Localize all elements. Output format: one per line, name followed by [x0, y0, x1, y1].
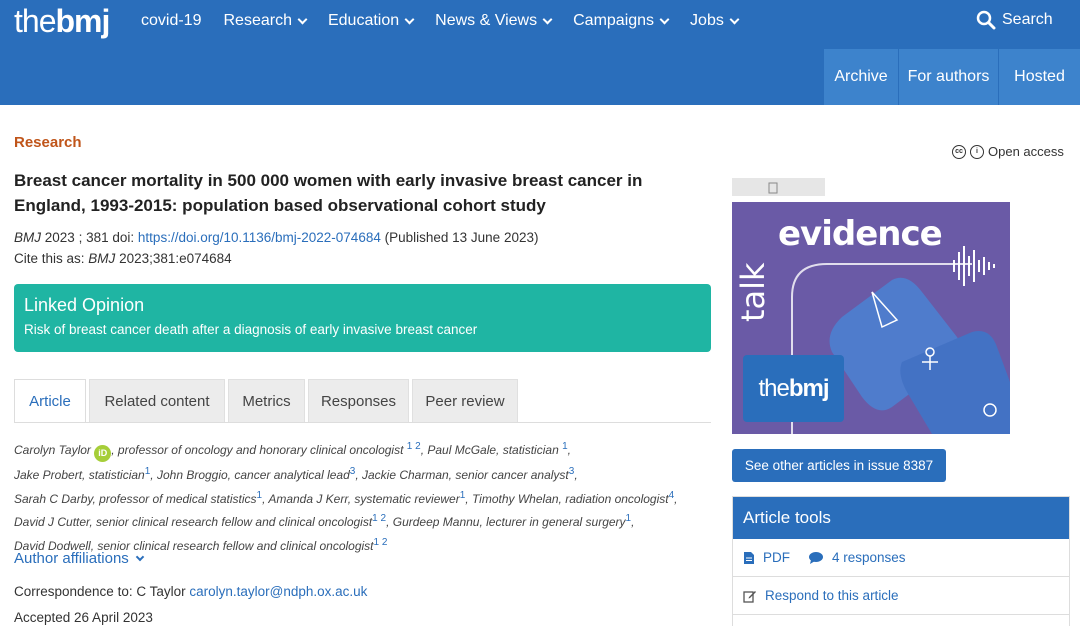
subnav-archive[interactable]: Archive [823, 49, 898, 105]
comment-icon [809, 551, 823, 564]
author-line: Carolyn Taylor iD, professor of oncology… [14, 437, 704, 462]
site-header: thebmj covid-19 Research Education News … [0, 0, 1080, 105]
article-tools-heading: Article tools [733, 497, 1069, 539]
accepted-date: Accepted 26 April 2023 [14, 610, 153, 625]
author-line: David J Cutter, senior clinical research… [14, 513, 635, 529]
respond-link[interactable]: Respond to this article [765, 588, 899, 603]
nav-jobs[interactable]: Jobs [690, 12, 740, 30]
cite-journal: BMJ [88, 251, 116, 266]
article-title: Breast cancer mortality in 500 000 women… [14, 171, 643, 215]
nav-research[interactable]: Research [223, 12, 308, 30]
published-date: (Published 13 June 2023) [384, 230, 539, 245]
logo-bmj: bmj [55, 3, 110, 39]
tab-metrics[interactable]: Metrics [228, 379, 305, 423]
article-tools-panel: Article tools PDF 4 responses Respond to… [732, 496, 1070, 626]
ad-talk-word: talk [734, 262, 772, 322]
author-list: Carolyn Taylor iD, professor of oncology… [14, 437, 704, 556]
bmj-logo[interactable]: thebmj [14, 3, 110, 40]
tab-related-content[interactable]: Related content [89, 379, 225, 423]
chevron-down-icon [659, 14, 670, 24]
affiliation-ref[interactable]: 1 [626, 513, 632, 524]
doi-link[interactable]: https://doi.org/10.1136/bmj-2022-074684 [138, 230, 381, 245]
author-name[interactable]: Carolyn Taylor [14, 443, 91, 457]
search-button[interactable]: Search [976, 10, 1053, 30]
nav-news-views[interactable]: News & Views [435, 12, 553, 30]
chevron-down-icon [542, 14, 553, 24]
volume: ; 381 [78, 230, 109, 245]
nav-covid-19[interactable]: covid-19 [141, 12, 201, 30]
sub-nav: Archive For authors Hosted [823, 49, 1080, 105]
affiliation-ref[interactable]: 1 2 [372, 513, 386, 524]
linked-opinion-box[interactable]: Linked Opinion Risk of breast cancer dea… [14, 284, 711, 352]
subnav-for-authors[interactable]: For authors [898, 49, 998, 105]
affiliation-ref[interactable]: 4 [669, 490, 675, 501]
chevron-down-icon [135, 552, 145, 561]
search-icon [976, 10, 996, 30]
tab-article[interactable]: Article [14, 379, 86, 423]
orcid-icon[interactable]: iD [94, 445, 112, 462]
ad-evidence-word: evidence [778, 214, 943, 254]
affiliation-ref[interactable]: 3 [569, 466, 575, 477]
see-issue-articles-button[interactable]: See other articles in issue 8387 [732, 449, 946, 482]
attribution-icon: i [970, 144, 984, 159]
year: 2023 [44, 230, 75, 245]
article-tools-row: PDF 4 responses [733, 539, 1069, 577]
linked-opinion-link[interactable]: Risk of breast cancer death after a diag… [24, 322, 701, 337]
affiliation-ref[interactable]: 1 [562, 441, 568, 452]
chevron-down-icon [297, 14, 308, 24]
affiliation-ref[interactable]: 1 2 [374, 537, 388, 548]
doi-label: doi: [112, 230, 135, 245]
cite-as-line: Cite this as: BMJ 2023;381:e074684 [14, 251, 232, 266]
edit-icon [743, 589, 757, 603]
pdf-icon [743, 551, 755, 565]
respond-row[interactable]: Respond to this article [733, 577, 1069, 615]
author-line: Jake Probert, statistician1, John Broggi… [14, 466, 578, 482]
subnav-hosted[interactable]: Hosted [998, 49, 1080, 105]
logo-the: the [14, 3, 56, 39]
responses-link[interactable]: 4 responses [808, 550, 906, 565]
chevron-down-icon [404, 14, 415, 24]
correspondence-email-link[interactable]: carolyn.taylor@ndph.ox.ac.uk [189, 584, 367, 599]
bookmark-icon [768, 182, 778, 194]
author-line: Sarah C Darby, professor of medical stat… [14, 489, 678, 506]
ad-bmj-logo: the bmj [743, 355, 844, 422]
linked-opinion-heading: Linked Opinion [24, 295, 145, 315]
pdf-link[interactable]: PDF [763, 550, 790, 565]
tab-peer-review[interactable]: Peer review [412, 379, 518, 423]
talk-evidence-ad[interactable]: evidence talk the bmj [732, 202, 1010, 434]
main-nav: covid-19 Research Education News & Views… [141, 12, 760, 30]
author-affiliations-toggle[interactable]: Author affiliations [14, 550, 145, 567]
correspondence: Correspondence to: C Taylor carolyn.tayl… [14, 584, 368, 599]
ad-label-bar [732, 178, 825, 196]
nav-campaigns[interactable]: Campaigns [573, 12, 670, 30]
section-label: Research [14, 134, 82, 151]
search-label: Search [1002, 11, 1053, 28]
tabs-divider [14, 422, 711, 423]
nav-education[interactable]: Education [328, 12, 415, 30]
citation-line: BMJ 2023 ; 381 doi: https://doi.org/10.1… [14, 230, 538, 245]
cite-value: 2023;381:e074684 [119, 251, 232, 266]
creative-commons-icon: cc [952, 144, 966, 159]
chevron-down-icon [729, 14, 740, 24]
cite-as-label: Cite this as: [14, 251, 85, 266]
affiliation-ref[interactable]: 1 2 [407, 441, 421, 452]
open-access-badge: cc i Open access [952, 144, 1064, 159]
journal-name: BMJ [14, 230, 41, 245]
article-tabs: Article Related content Metrics Response… [14, 379, 521, 423]
tab-responses[interactable]: Responses [308, 379, 409, 423]
